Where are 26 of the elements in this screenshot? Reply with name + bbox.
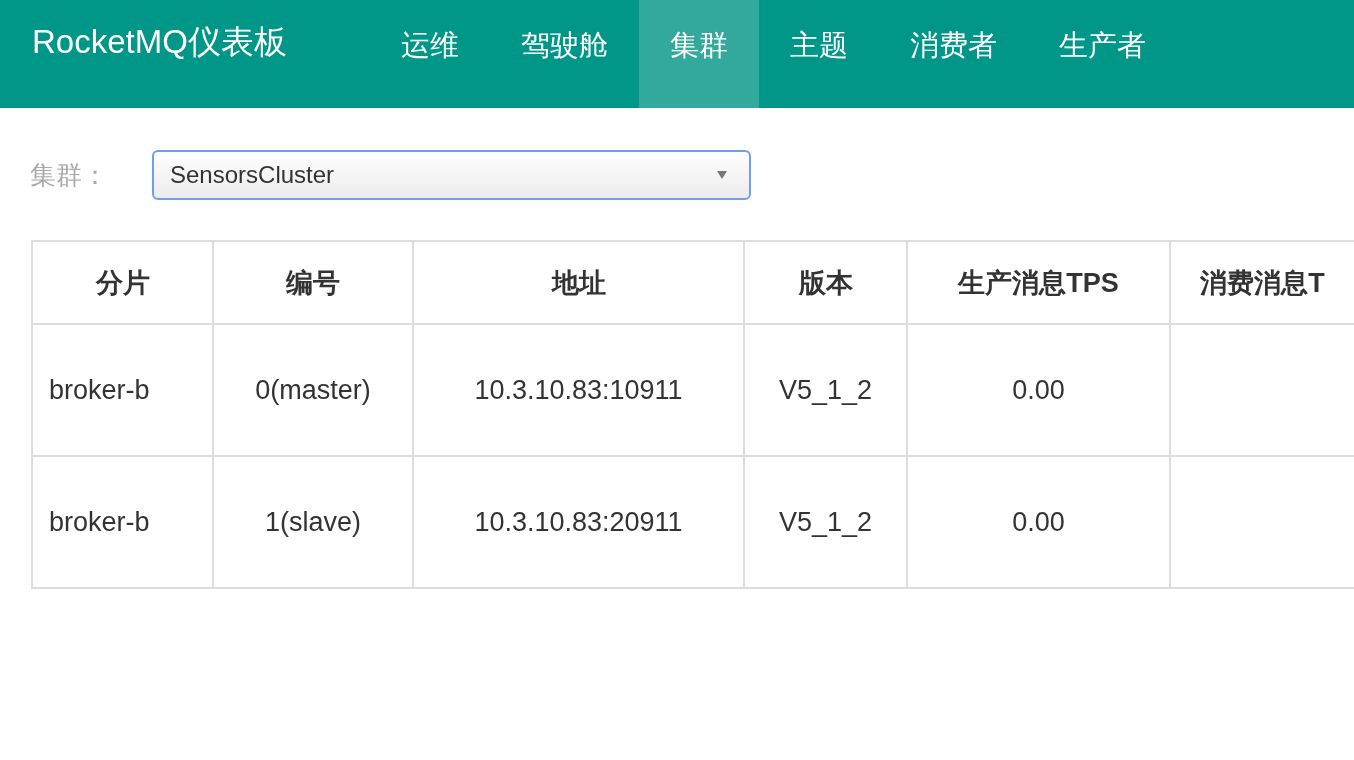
table-cell: 0.00 [907,456,1170,588]
table-cell: broker-b [32,456,213,588]
column-header: 消费消息T [1170,241,1354,324]
table-cell: 0.00 [907,324,1170,456]
column-header: 版本 [744,241,907,324]
table-cell: V5_1_2 [744,456,907,588]
column-header: 生产消息TPS [907,241,1170,324]
table-cell: V5_1_2 [744,324,907,456]
cluster-select[interactable]: SensorsCluster [152,150,751,200]
nav-tab[interactable]: 消费者 [879,0,1028,108]
nav-tab[interactable]: 运维 [370,0,490,108]
column-header: 编号 [213,241,413,324]
table-cell: 10.3.10.83:10911 [413,324,744,456]
nav-tab[interactable]: 主题 [759,0,879,108]
table-cell: 0(master) [213,324,413,456]
nav-tab[interactable]: 集群 [639,0,759,108]
cluster-label: 集群： [30,158,109,192]
brand-title[interactable]: RocketMQ仪表板 [0,0,336,108]
caret-icon [717,171,727,179]
nav-tab[interactable]: 生产者 [1028,0,1177,108]
column-header: 分片 [32,241,213,324]
table-cell: broker-b [32,324,213,456]
table-cell: 10.3.10.83:20911 [413,456,744,588]
table-cell: 1(slave) [213,456,413,588]
nav-tab[interactable]: 驾驶舱 [490,0,639,108]
column-header: 地址 [413,241,744,324]
